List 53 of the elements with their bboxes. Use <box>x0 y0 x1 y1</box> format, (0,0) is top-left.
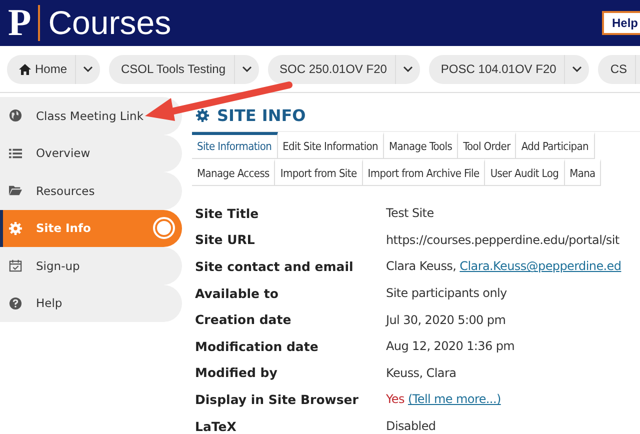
field-value: Clara Keuss, <box>386 259 456 274</box>
folder-icon <box>9 184 22 198</box>
calendar-icon <box>9 259 22 272</box>
site-nav-pill[interactable]: POSC 104.01OV F20 <box>428 54 590 84</box>
site-nav-pill[interactable]: SOC 250.01OV F20 <box>268 54 420 84</box>
site-nav-pill[interactable]: Home <box>7 54 100 84</box>
field-value: Aug 12, 2020 1:36 pm <box>386 339 515 354</box>
gear-icon <box>196 108 209 122</box>
logo-letter: P <box>8 4 32 42</box>
tab[interactable]: Manage Access <box>192 159 276 186</box>
site-nav-pill[interactable]: CSOL Tools Testing <box>109 54 259 84</box>
help-icon <box>9 296 22 310</box>
list-icon <box>9 146 22 160</box>
sidebar-item[interactable]: Overview <box>0 134 182 172</box>
field-value: Test Site <box>386 206 434 220</box>
field-value: Site participants only <box>386 286 507 300</box>
tab[interactable]: Edit Site Information <box>278 132 384 159</box>
tab[interactable]: Manage Tools <box>384 132 458 159</box>
tab[interactable]: Site Information <box>192 132 278 159</box>
tab[interactable]: Add Participan <box>516 132 594 159</box>
tab[interactable]: Import from Archive File <box>362 159 486 186</box>
globe-icon <box>9 109 22 122</box>
field-value: Jul 30, 2020 5:00 pm <box>386 312 506 327</box>
field-value: Keuss, Clara <box>386 366 456 380</box>
current-page-indicator <box>153 216 175 238</box>
tab[interactable]: User Audit Log <box>485 159 565 186</box>
field-value: Yes <box>386 392 404 406</box>
page-title: SITE INFO <box>217 106 306 124</box>
sidebar-item[interactable]: Sign-up <box>0 247 182 284</box>
sidebar-item[interactable]: Class Meeting Link <box>0 97 182 134</box>
gear-icon <box>9 222 22 235</box>
field-label: Site Title <box>195 206 260 221</box>
sidebar-item[interactable]: Resources <box>0 172 182 210</box>
field-label: Display in Site Browser <box>195 392 360 407</box>
sidebar-item[interactable]: Help <box>0 284 182 322</box>
home-icon <box>19 64 31 74</box>
field-label: Creation date <box>195 312 292 328</box>
tab[interactable]: Import from Site <box>275 159 363 186</box>
field-label: Site contact and email <box>195 258 354 274</box>
field-label: Available to <box>195 286 280 301</box>
field-value: https://courses.pepperdine.edu/portal/sit <box>386 232 620 247</box>
email-link[interactable]: Clara.Keuss@pepperdine.ed <box>460 259 622 274</box>
site-nav-pill[interactable]: CS <box>598 54 640 84</box>
info-link[interactable]: (Tell me more...) <box>408 392 501 406</box>
help-button[interactable]: Help <box>602 11 640 35</box>
tab[interactable]: Tool Order <box>458 132 516 159</box>
field-label: Modified by <box>195 365 278 380</box>
field-label: LaTeX <box>195 418 238 434</box>
site-title: Courses <box>48 4 172 42</box>
field-label: Site URL <box>195 232 256 248</box>
field-label: Modification date <box>195 338 320 354</box>
field-value: Disabled <box>386 419 436 434</box>
tab[interactable]: Mana <box>564 159 602 186</box>
